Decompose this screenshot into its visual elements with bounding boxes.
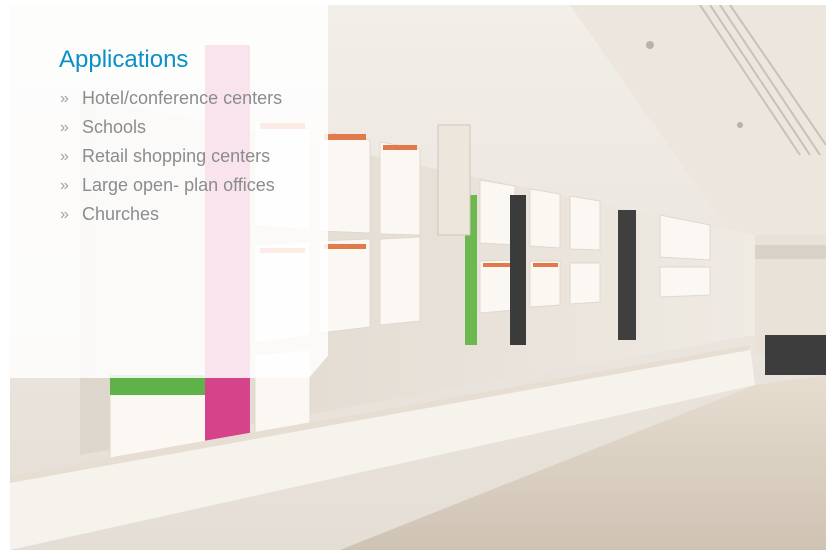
hero-panel: Applications » Hotel/conference centers … [10, 5, 826, 550]
list-item-label: Retail shopping centers [82, 146, 271, 166]
list-item: » Large open- plan offices [60, 176, 300, 195]
applications-list: » Hotel/conference centers » Schools » R… [60, 89, 300, 234]
poster [437, 124, 471, 236]
far-counter [765, 335, 826, 375]
list-item-label: Large open- plan offices [82, 175, 275, 195]
list-item-label: Schools [82, 117, 147, 137]
bullet-icon: » [60, 206, 69, 223]
applications-heading: Applications [59, 46, 189, 73]
list-item-label: Hotel/conference centers [82, 88, 283, 108]
poster [618, 210, 636, 340]
bullet-icon: » [60, 90, 69, 107]
list-item: » Churches [60, 205, 300, 224]
far-sign [755, 245, 826, 259]
ceiling-light [646, 41, 654, 49]
list-item: » Retail shopping centers [60, 147, 300, 166]
bullet-icon: » [60, 119, 69, 136]
ceiling-light [737, 122, 743, 128]
list-item-label: Churches [82, 204, 160, 224]
bullet-icon: » [60, 177, 69, 194]
list-item: » Hotel/conference centers [60, 89, 300, 108]
green-panel [110, 375, 205, 395]
list-item: » Schools [60, 118, 300, 137]
poster [510, 195, 526, 345]
bullet-icon: » [60, 148, 69, 165]
